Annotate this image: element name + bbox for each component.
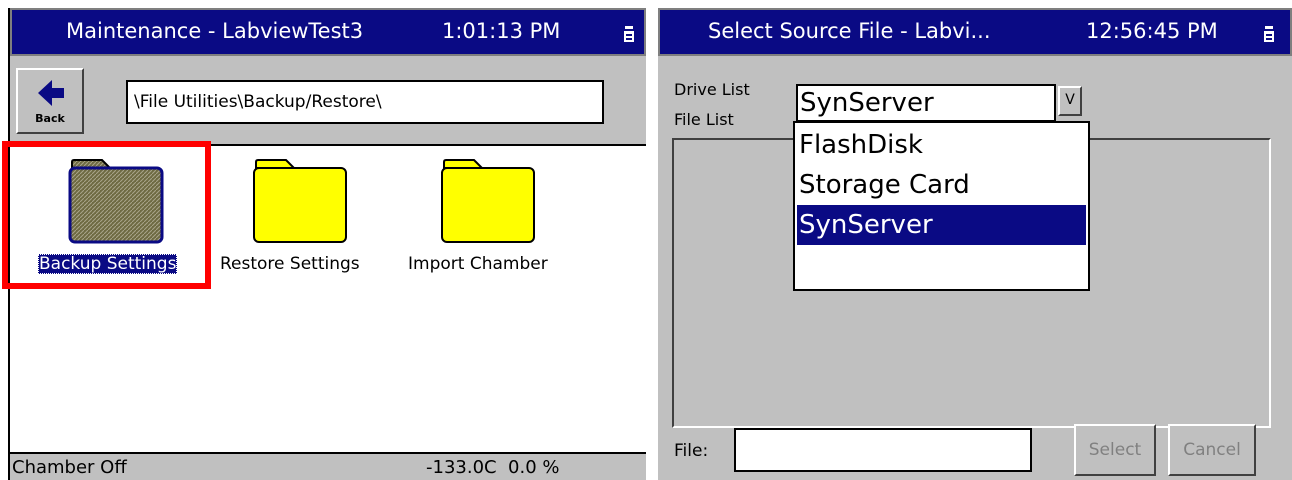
- window-title: Maintenance - LabviewTest3: [66, 19, 364, 43]
- back-button[interactable]: Back: [16, 68, 84, 134]
- folder-label: Import Chamber: [408, 254, 548, 274]
- clock: 1:01:13 PM: [442, 19, 561, 43]
- clock: 12:56:45 PM: [1086, 19, 1218, 43]
- folder-icon: [441, 159, 535, 243]
- back-arrow-icon: [38, 80, 64, 106]
- drive-dropdown-list[interactable]: FlashDisk Storage Card SynServer: [793, 121, 1090, 291]
- cancel-button[interactable]: Cancel: [1168, 424, 1256, 476]
- file-label: File:: [674, 441, 709, 461]
- window-title: Select Source File - Labvi...: [708, 19, 991, 43]
- folder-restore-settings[interactable]: Restore Settings: [216, 154, 396, 284]
- window-menu-icon[interactable]: [624, 26, 634, 42]
- chamber-status: Chamber Off: [12, 457, 127, 478]
- readings: -133.0C 0.0 %: [426, 457, 560, 478]
- drive-option-flashdisk[interactable]: FlashDisk: [797, 125, 1086, 165]
- drive-select[interactable]: SynServer: [796, 84, 1056, 122]
- drive-option-storage-card[interactable]: Storage Card: [797, 165, 1086, 205]
- status-bar: Chamber Off -133.0C 0.0 %: [10, 452, 646, 480]
- file-list-label: File List: [674, 110, 734, 129]
- folder-icon: [253, 159, 347, 243]
- back-label: Back: [35, 112, 65, 125]
- window-menu-icon[interactable]: [1264, 26, 1274, 42]
- file-name-input[interactable]: [734, 428, 1032, 472]
- dropdown-toggle-button[interactable]: V: [1058, 86, 1082, 116]
- title-bar: Select Source File - Labvi... 12:56:45 P…: [658, 8, 1292, 56]
- select-source-file-dialog: Select Source File - Labvi... 12:56:45 P…: [658, 8, 1292, 480]
- drive-list-label: Drive List: [674, 80, 750, 99]
- title-bar: Maintenance - LabviewTest3 1:01:13 PM: [10, 8, 646, 56]
- folder-label: Restore Settings: [220, 254, 360, 274]
- select-button[interactable]: Select: [1074, 424, 1156, 476]
- path-field[interactable]: \File Utilities\Backup/Restore\: [126, 80, 604, 124]
- highlight-box: [2, 141, 211, 289]
- drive-option-synserver[interactable]: SynServer: [797, 205, 1086, 245]
- folder-import-chamber[interactable]: Import Chamber: [406, 154, 586, 284]
